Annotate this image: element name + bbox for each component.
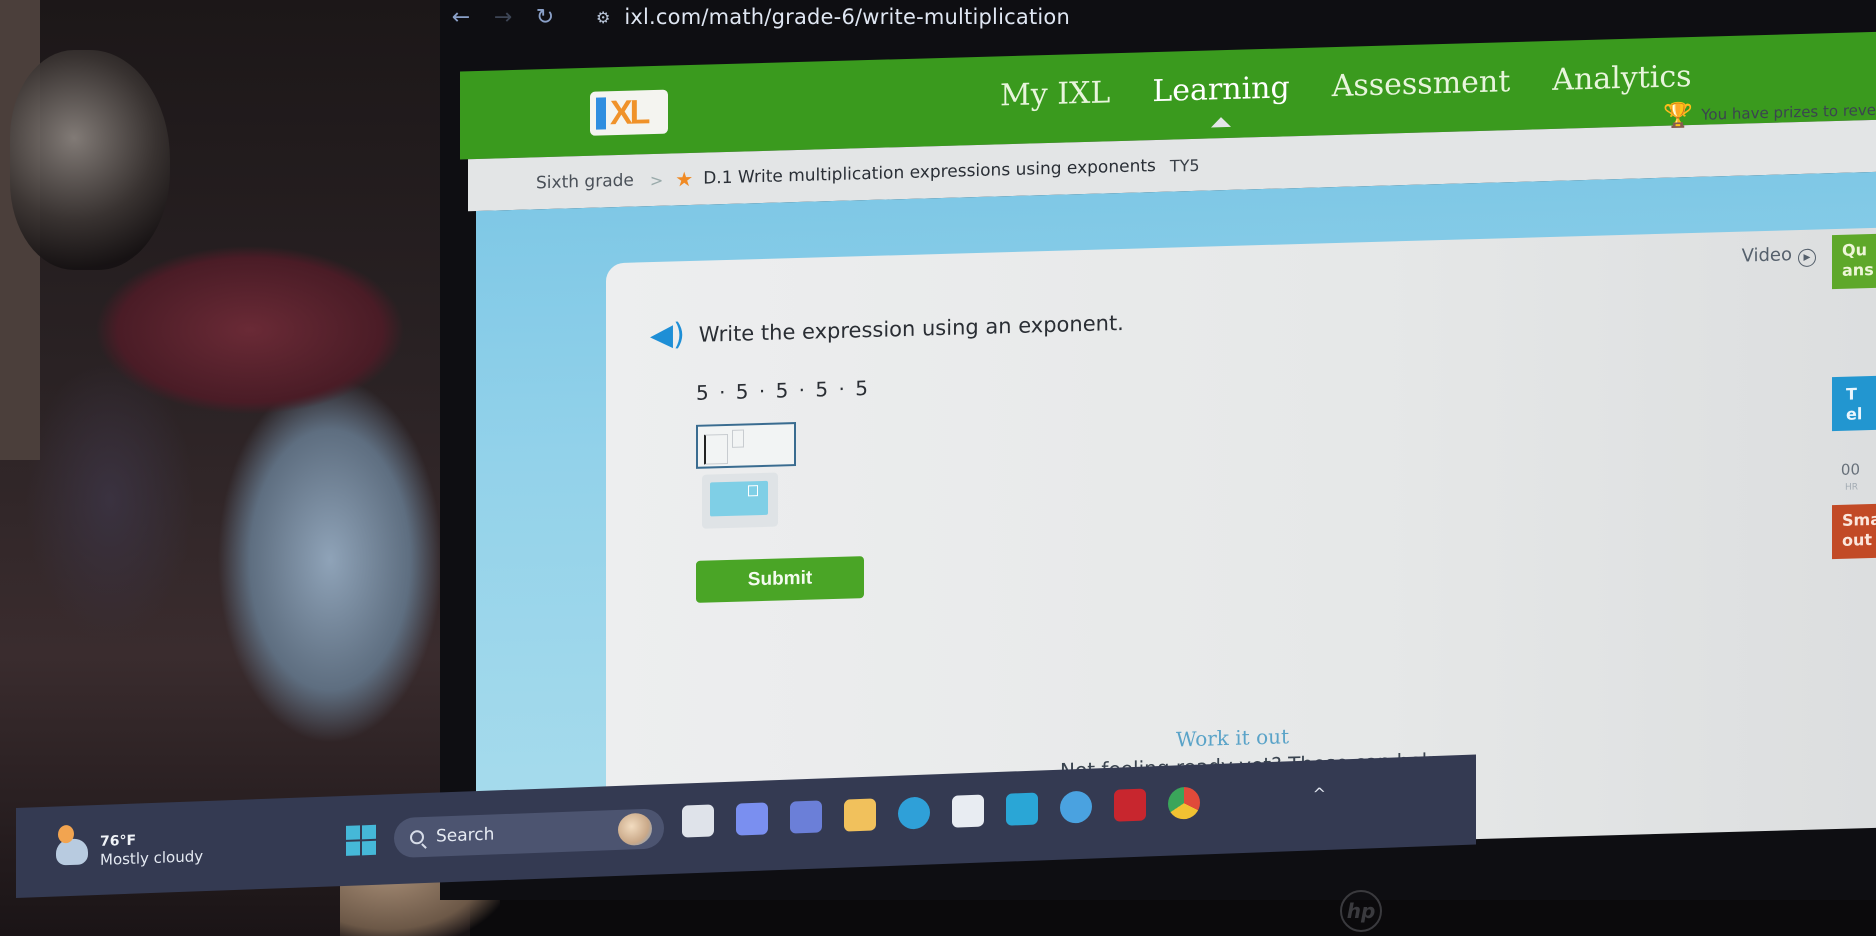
hp-logo: hp [1340,890,1382,932]
search-placeholder: Search [436,824,495,847]
play-circle-icon: ▶ [1798,248,1816,268]
timer-unit: HR [1844,482,1858,493]
question-prompt-row: ◀) Write the expression using an exponen… [650,305,1124,353]
question-prompt: Write the expression using an exponent. [698,310,1124,347]
teams-icon[interactable] [790,800,822,834]
help-app-icon[interactable] [1006,792,1038,826]
stats-sidebar: Video ▶ Qu ans Tel 00 HR Sma out [1686,228,1876,560]
exponent-keypad-button[interactable] [702,472,778,529]
copilot-icon[interactable] [736,802,768,836]
math-expression: 5 · 5 · 5 · 5 · 5 [696,375,870,405]
answer-input[interactable] [696,422,796,469]
laptop-screen: ← → ↻ ⚙ ixl.com/math/grade-6/write-multi… [440,0,1876,900]
questions-answered-box: Qu ans [1832,233,1876,290]
video-label: Video [1741,244,1792,267]
logo-bar [596,97,606,130]
microsoft-store-icon[interactable] [952,794,984,828]
task-view-icon[interactable] [682,804,714,838]
nav-analytics[interactable]: Analytics [1552,59,1691,98]
taskbar-search[interactable]: Search [394,808,664,859]
logo-text: XL [610,92,648,132]
breadcrumb-grade[interactable]: Sixth grade [536,171,634,194]
cloudy-night-icon [56,838,88,866]
prizes-banner[interactable]: 🏆 You have prizes to reve [1663,96,1876,130]
pinned-apps [682,786,1200,838]
back-button[interactable]: ← [440,5,482,30]
speaker-icon[interactable]: ◀) [650,317,685,353]
search-icon [410,830,424,845]
submit-button[interactable]: Submit [696,556,864,603]
timer-value: 00 [1840,460,1860,479]
time-elapsed-box: Tel [1832,375,1876,432]
forward-button[interactable]: → [482,5,524,30]
trophy-icon: 🏆 [1663,100,1694,130]
windows-logo-tile [362,824,376,840]
exponent-keypad-icon [710,480,768,517]
mcafee-icon[interactable] [1114,788,1146,822]
exponent-field[interactable] [732,429,744,448]
weather-condition: Mostly cloudy [100,847,204,869]
main-nav: My IXL Learning Assessment Analytics [1000,59,1692,113]
video-link[interactable]: Video ▶ [1742,244,1816,269]
nav-learning[interactable]: Learning [1152,70,1289,109]
weather-text: 76°F Mostly cloudy [100,829,203,869]
practice-area: ◀) Write the expression using an exponen… [476,171,1876,864]
edge-icon[interactable] [898,796,930,830]
skill-code: TY5 [1169,155,1200,176]
work-it-out-heading: Work it out [1176,724,1290,752]
prizes-text: You have prizes to reve [1701,100,1876,124]
blurred-object [10,50,170,270]
search-highlight-icon [618,812,652,846]
tray-chevron-icon[interactable]: ^ [1313,784,1326,803]
nav-assessment[interactable]: Assessment [1332,64,1511,104]
windows-logo-tile [362,840,376,856]
start-button[interactable] [346,824,376,856]
windows-logo-tile [346,841,360,856]
site-info-icon[interactable]: ⚙ [596,8,610,27]
weather-widget[interactable]: 76°F Mostly cloudy [56,829,203,870]
windows-logo-tile [346,825,360,840]
smartscore-box: Sma out [1832,503,1876,560]
skill-title: D.1 Write multiplication expressions usi… [703,156,1156,189]
file-explorer-icon[interactable] [844,798,876,832]
nav-my-ixl[interactable]: My IXL [1000,75,1110,113]
breadcrumb-separator: > [649,170,664,190]
ixl-logo[interactable]: XL [590,89,668,136]
base-field[interactable] [704,433,728,465]
chrome-icon[interactable] [1168,786,1200,820]
get-help-icon[interactable] [1060,790,1092,824]
star-icon: ★ [675,166,694,192]
ixl-page: XL My IXL Learning Assessment Analytics … [440,0,1876,864]
